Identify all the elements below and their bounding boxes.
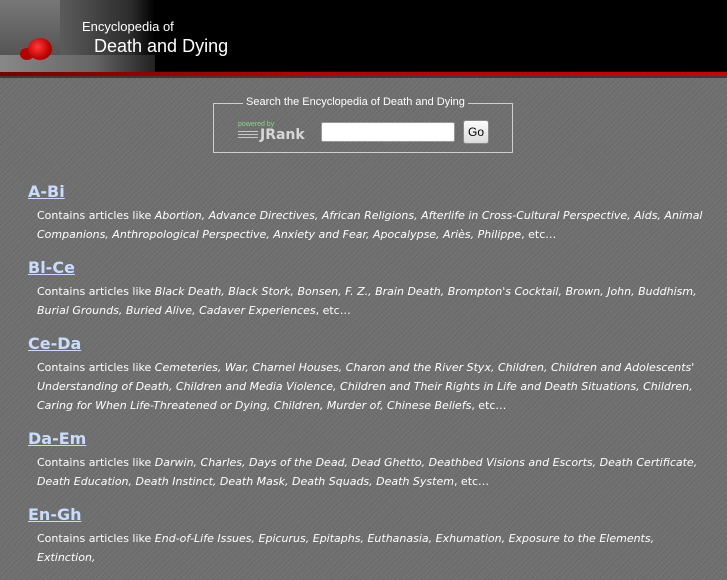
site-title-large[interactable]: Death and Dying bbox=[94, 36, 228, 57]
rose-icon bbox=[28, 38, 52, 60]
section-link[interactable]: Bl-Ce bbox=[28, 257, 75, 279]
section-link[interactable]: Ce-Da bbox=[28, 333, 81, 355]
section-description: Contains articles like Cemeteries, War, … bbox=[37, 358, 708, 415]
section-description: Contains articles like Darwin, Charles, … bbox=[37, 453, 708, 491]
description-prefix: Contains articles like bbox=[37, 361, 155, 374]
section-link[interactable]: En-Gh bbox=[28, 504, 81, 526]
search-input[interactable] bbox=[321, 122, 455, 142]
section-a-bi: A-Bi Contains articles like Abortion, Ad… bbox=[28, 181, 708, 244]
description-prefix: Contains articles like bbox=[37, 285, 155, 298]
section-da-em: Da-Em Contains articles like Darwin, Cha… bbox=[28, 428, 708, 491]
section-description: Contains articles like Abortion, Advance… bbox=[37, 206, 708, 244]
section-en-gh: En-Gh Contains articles like End-of-Life… bbox=[28, 504, 708, 567]
section-link[interactable]: Da-Em bbox=[28, 428, 86, 450]
section-list: A-Bi Contains articles like Abortion, Ad… bbox=[28, 181, 708, 580]
description-prefix: Contains articles like bbox=[37, 209, 155, 222]
section-description: Contains articles like End-of-Life Issue… bbox=[37, 529, 708, 567]
section-bl-ce: Bl-Ce Contains articles like Black Death… bbox=[28, 257, 708, 320]
header-dark-rule bbox=[0, 76, 727, 78]
jrank-logo-icon bbox=[238, 131, 258, 140]
search-legend: Search the Encyclopedia of Death and Dyi… bbox=[243, 96, 468, 108]
description-suffix: , etc… bbox=[315, 304, 351, 317]
section-ce-da: Ce-Da Contains articles like Cemeteries,… bbox=[28, 333, 708, 415]
description-prefix: Contains articles like bbox=[37, 456, 155, 469]
site-title-small[interactable]: Encyclopedia of bbox=[82, 19, 174, 34]
description-suffix: , etc… bbox=[521, 228, 557, 241]
description-prefix: Contains articles like bbox=[37, 532, 155, 545]
site-header: Encyclopedia of Death and Dying bbox=[0, 0, 727, 72]
description-suffix: , etc… bbox=[471, 399, 507, 412]
jrank-logo-text[interactable]: JRank bbox=[260, 127, 305, 143]
go-button[interactable]: Go bbox=[463, 120, 489, 144]
description-suffix: , etc… bbox=[453, 475, 490, 488]
section-link[interactable]: A-Bi bbox=[28, 181, 65, 203]
section-description: Contains articles like Black Death, Blac… bbox=[37, 282, 708, 320]
